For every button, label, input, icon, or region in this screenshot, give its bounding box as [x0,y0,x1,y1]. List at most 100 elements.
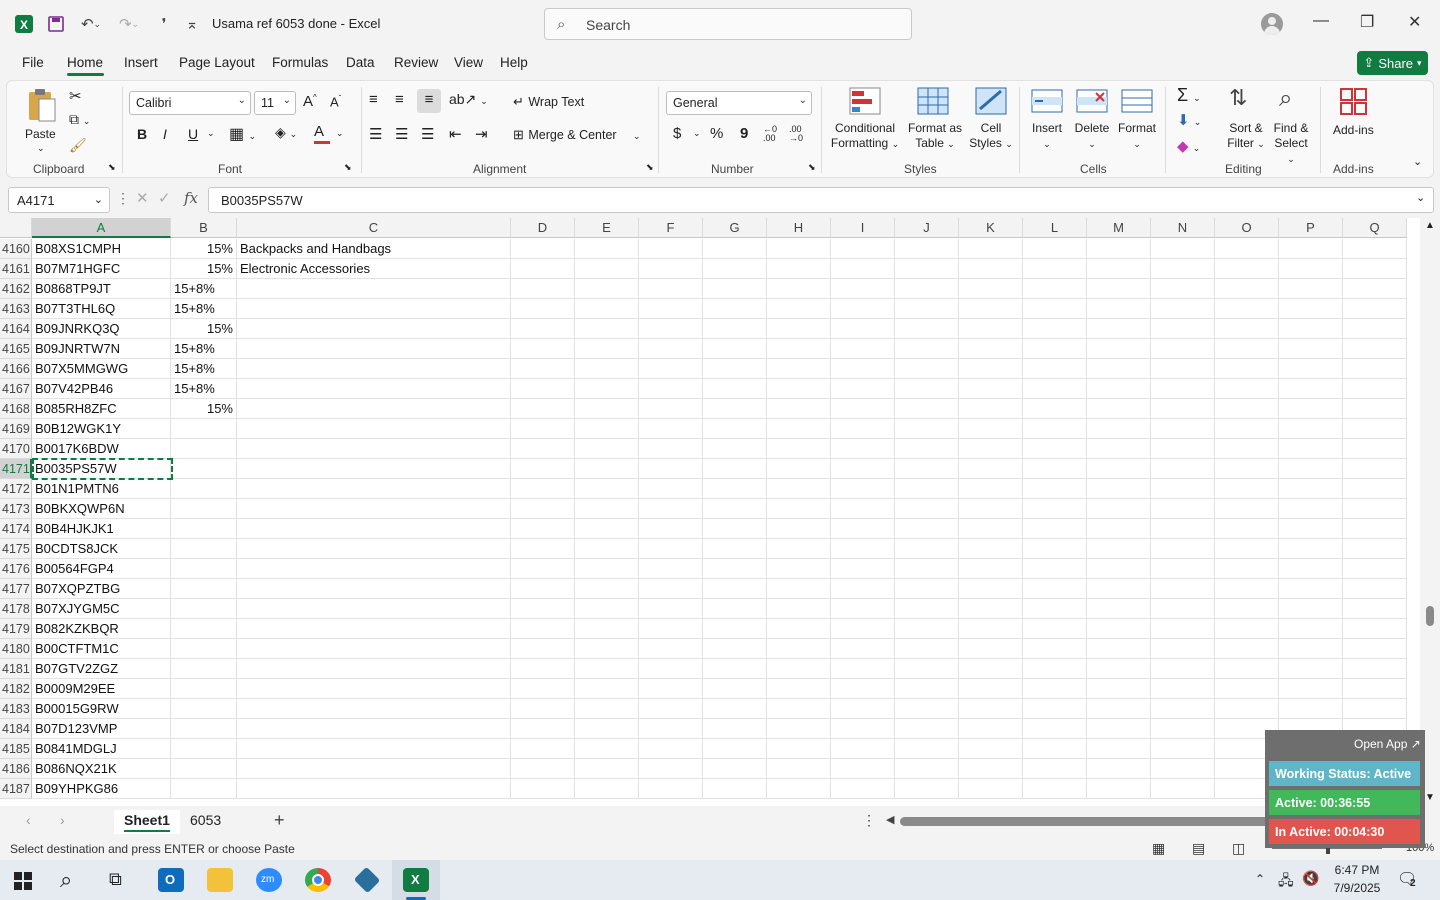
cell-empty[interactable] [895,759,959,779]
cell-c[interactable] [237,539,511,559]
cell-empty[interactable] [1151,499,1215,519]
expand-formula-icon[interactable]: ⌄ [1416,191,1425,204]
clock-date[interactable]: 7/9/2025 [1330,881,1384,895]
cell-empty[interactable] [1343,259,1407,279]
cell-empty[interactable] [511,519,575,539]
cell-empty[interactable] [1151,259,1215,279]
delete-cells-button[interactable]: Delete ⌄ [1071,85,1113,157]
cell-empty[interactable] [1343,579,1407,599]
cell-empty[interactable] [895,299,959,319]
cell-empty[interactable] [895,479,959,499]
cell-a[interactable]: B0BKXQWP6N [32,499,171,519]
dialog-launcher-icon[interactable]: ⬊ [344,162,352,173]
cell-empty[interactable] [1343,519,1407,539]
cell-empty[interactable] [511,399,575,419]
column-header-b[interactable]: B [171,218,237,238]
cell-empty[interactable] [1023,279,1087,299]
cell-empty[interactable] [767,479,831,499]
cell-empty[interactable] [895,359,959,379]
cell-empty[interactable] [1215,259,1279,279]
cell-empty[interactable] [767,759,831,779]
cell-empty[interactable] [959,319,1023,339]
align-middle-icon[interactable]: ≡ [395,91,404,108]
row-header[interactable]: 4182 [0,679,32,699]
cell-empty[interactable] [1023,319,1087,339]
page-layout-view-icon[interactable]: ▤ [1192,840,1205,857]
cell-empty[interactable] [639,279,703,299]
touch-icon[interactable]: ❜ [152,12,176,36]
cell-empty[interactable] [1215,459,1279,479]
cell-empty[interactable] [831,539,895,559]
undo-icon[interactable]: ↶ ⌄ [76,12,106,36]
cell-empty[interactable] [959,439,1023,459]
cell-c[interactable] [237,319,511,339]
cell-empty[interactable] [511,259,575,279]
cell-empty[interactable] [1343,619,1407,639]
cell-empty[interactable] [767,259,831,279]
cell-b[interactable] [171,499,237,519]
cell-empty[interactable] [959,419,1023,439]
cell-empty[interactable] [575,239,639,259]
cell-empty[interactable] [959,379,1023,399]
cell-empty[interactable] [767,279,831,299]
number-format-select[interactable]: General ⌄ [666,91,812,115]
cell-empty[interactable] [1087,619,1151,639]
cell-empty[interactable] [1023,539,1087,559]
row-header[interactable]: 4177 [0,579,32,599]
cell-empty[interactable] [703,379,767,399]
menu-formulas[interactable]: Formulas [272,55,328,70]
cell-empty[interactable] [1151,659,1215,679]
cell-empty[interactable] [767,619,831,639]
row-header[interactable]: 4187 [0,779,32,799]
cell-empty[interactable] [1279,679,1343,699]
cell-empty[interactable] [959,399,1023,419]
cell-empty[interactable] [1023,459,1087,479]
cell-empty[interactable] [1279,299,1343,319]
cell-empty[interactable] [639,559,703,579]
cell-empty[interactable] [1151,539,1215,559]
cell-empty[interactable] [1215,239,1279,259]
column-header-q[interactable]: Q [1343,218,1407,238]
cell-c[interactable] [237,639,511,659]
cell-empty[interactable] [895,379,959,399]
cell-empty[interactable] [959,639,1023,659]
menu-help[interactable]: Help [500,55,528,70]
cell-empty[interactable] [1151,479,1215,499]
cell-empty[interactable] [1215,639,1279,659]
cell-empty[interactable] [959,459,1023,479]
cell-empty[interactable] [767,639,831,659]
column-header-g[interactable]: G [703,218,767,238]
cell-empty[interactable] [959,739,1023,759]
cell-b[interactable] [171,519,237,539]
menu-page-layout[interactable]: Page Layout [179,55,255,70]
cell-c[interactable] [237,359,511,379]
cell-empty[interactable] [1151,699,1215,719]
font-name-select[interactable]: Calibri ⌄ [129,91,251,115]
cell-empty[interactable] [831,679,895,699]
column-header-d[interactable]: D [511,218,575,238]
cell-empty[interactable] [895,259,959,279]
cell-empty[interactable] [511,319,575,339]
outlook-icon[interactable]: O [158,868,184,892]
cell-empty[interactable] [895,699,959,719]
cell-empty[interactable] [895,739,959,759]
enter-icon[interactable]: ✓ [158,189,171,207]
taskbar-search-icon[interactable]: ⌕ [60,867,72,893]
cell-a[interactable]: B0B4HJKJK1 [32,519,171,539]
cell-b[interactable] [171,659,237,679]
cell-empty[interactable] [1087,419,1151,439]
decrease-indent-icon[interactable]: ⇤ [449,125,462,143]
cell-empty[interactable] [703,579,767,599]
cell-empty[interactable] [575,539,639,559]
cell-empty[interactable] [1215,599,1279,619]
cell-empty[interactable] [575,419,639,439]
cell-empty[interactable] [511,619,575,639]
cell-empty[interactable] [639,499,703,519]
cell-empty[interactable] [1151,779,1215,799]
cell-empty[interactable] [959,339,1023,359]
cell-empty[interactable] [959,299,1023,319]
cell-empty[interactable] [575,679,639,699]
cell-c[interactable] [237,579,511,599]
save-icon[interactable] [44,12,68,36]
cell-empty[interactable] [1151,379,1215,399]
